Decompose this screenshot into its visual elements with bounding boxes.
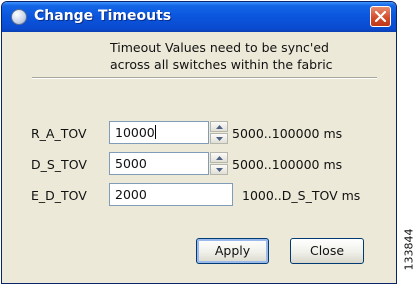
ra-tov-decrement-button[interactable] [210, 133, 228, 144]
ds-tov-input[interactable]: 5000 [109, 152, 209, 175]
ra-tov-label: R_A_TOV [31, 126, 87, 141]
ds-tov-decrement-button[interactable] [210, 164, 228, 175]
ra-tov-increment-button[interactable] [210, 121, 228, 132]
ed-tov-input[interactable]: 2000 [109, 183, 233, 206]
sync-message-line-2: across all switches within the fabric [110, 57, 333, 72]
ds-tov-range: 5000..100000 ms [232, 157, 343, 172]
dialog-title: Change Timeouts [34, 8, 172, 24]
figure-id-text: 133844 [402, 228, 416, 271]
ra-tov-value: 10000 [115, 125, 155, 140]
apply-button[interactable]: Apply [196, 238, 269, 264]
window-close-button[interactable] [370, 6, 391, 27]
sync-message-line-1: Timeout Values need to be sync'ed [110, 40, 329, 55]
ds-tov-label: D_S_TOV [31, 157, 87, 172]
close-button[interactable]: Close [290, 238, 364, 264]
ds-tov-increment-button[interactable] [210, 152, 228, 163]
arrow-up-icon [216, 156, 223, 160]
ed-tov-value: 2000 [115, 187, 147, 202]
change-timeouts-dialog: Change Timeouts Timeout Values need to b… [1, 1, 397, 284]
sync-message: Timeout Values need to be sync'ed across… [110, 39, 390, 73]
close-icon [375, 11, 386, 22]
ds-tov-value: 5000 [115, 156, 147, 171]
arrow-down-icon [216, 168, 223, 172]
ed-tov-range: 1000..D_S_TOV ms [242, 188, 361, 203]
ed-tov-label: E_D_TOV [31, 188, 87, 203]
arrow-down-icon [216, 137, 223, 141]
text-cursor [154, 125, 156, 139]
app-icon [11, 9, 27, 25]
ds-tov-spinner[interactable] [210, 152, 228, 175]
ra-tov-input[interactable]: 10000 [109, 121, 209, 144]
ra-tov-spinner[interactable] [210, 121, 228, 144]
arrow-up-icon [216, 125, 223, 129]
figure-id: 133844 [400, 220, 418, 282]
ra-tov-range: 5000..100000 ms [232, 126, 343, 141]
separator [32, 77, 377, 79]
title-bar[interactable]: Change Timeouts [2, 2, 396, 32]
